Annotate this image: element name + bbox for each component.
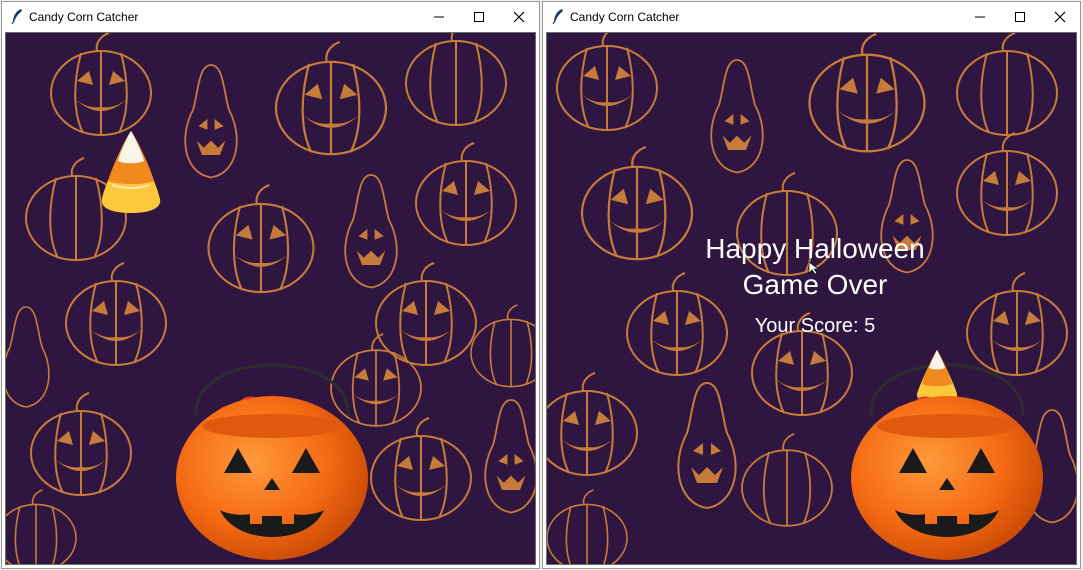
game-window-playing: Candy Corn Catcher xyxy=(1,1,540,569)
minimize-icon xyxy=(434,16,444,17)
maximize-button[interactable] xyxy=(459,2,499,31)
close-button[interactable] xyxy=(499,2,539,31)
minimize-button[interactable] xyxy=(419,2,459,31)
candy-corn xyxy=(101,131,161,213)
feather-icon xyxy=(11,9,22,24)
window-title: Candy Corn Catcher xyxy=(570,10,680,24)
game-canvas[interactable] xyxy=(5,32,536,565)
window-title: Candy Corn Catcher xyxy=(29,10,139,24)
feather-icon xyxy=(552,9,563,24)
minimize-button[interactable] xyxy=(960,2,1000,31)
close-icon xyxy=(1054,11,1066,22)
title-bar[interactable]: Candy Corn Catcher xyxy=(543,2,1080,31)
close-button[interactable] xyxy=(1040,2,1080,31)
final-score-text: Your Score: 5 xyxy=(754,315,876,337)
pumpkin-bucket xyxy=(176,363,368,560)
title-bar[interactable]: Candy Corn Catcher xyxy=(2,2,539,31)
game-window-game-over: Candy Corn Catcher Happy Halloween Game … xyxy=(542,1,1081,569)
caught-candy-corn xyxy=(916,350,958,402)
mouse-cursor-icon xyxy=(808,261,819,275)
game-canvas[interactable]: Happy Halloween Game Over Your Score: 5 xyxy=(546,32,1077,565)
minimize-icon xyxy=(975,16,985,17)
maximize-button[interactable] xyxy=(1000,2,1040,31)
maximize-icon xyxy=(474,11,484,22)
close-icon xyxy=(513,11,525,22)
maximize-icon xyxy=(1015,11,1025,22)
pumpkin-bucket xyxy=(851,350,1043,560)
